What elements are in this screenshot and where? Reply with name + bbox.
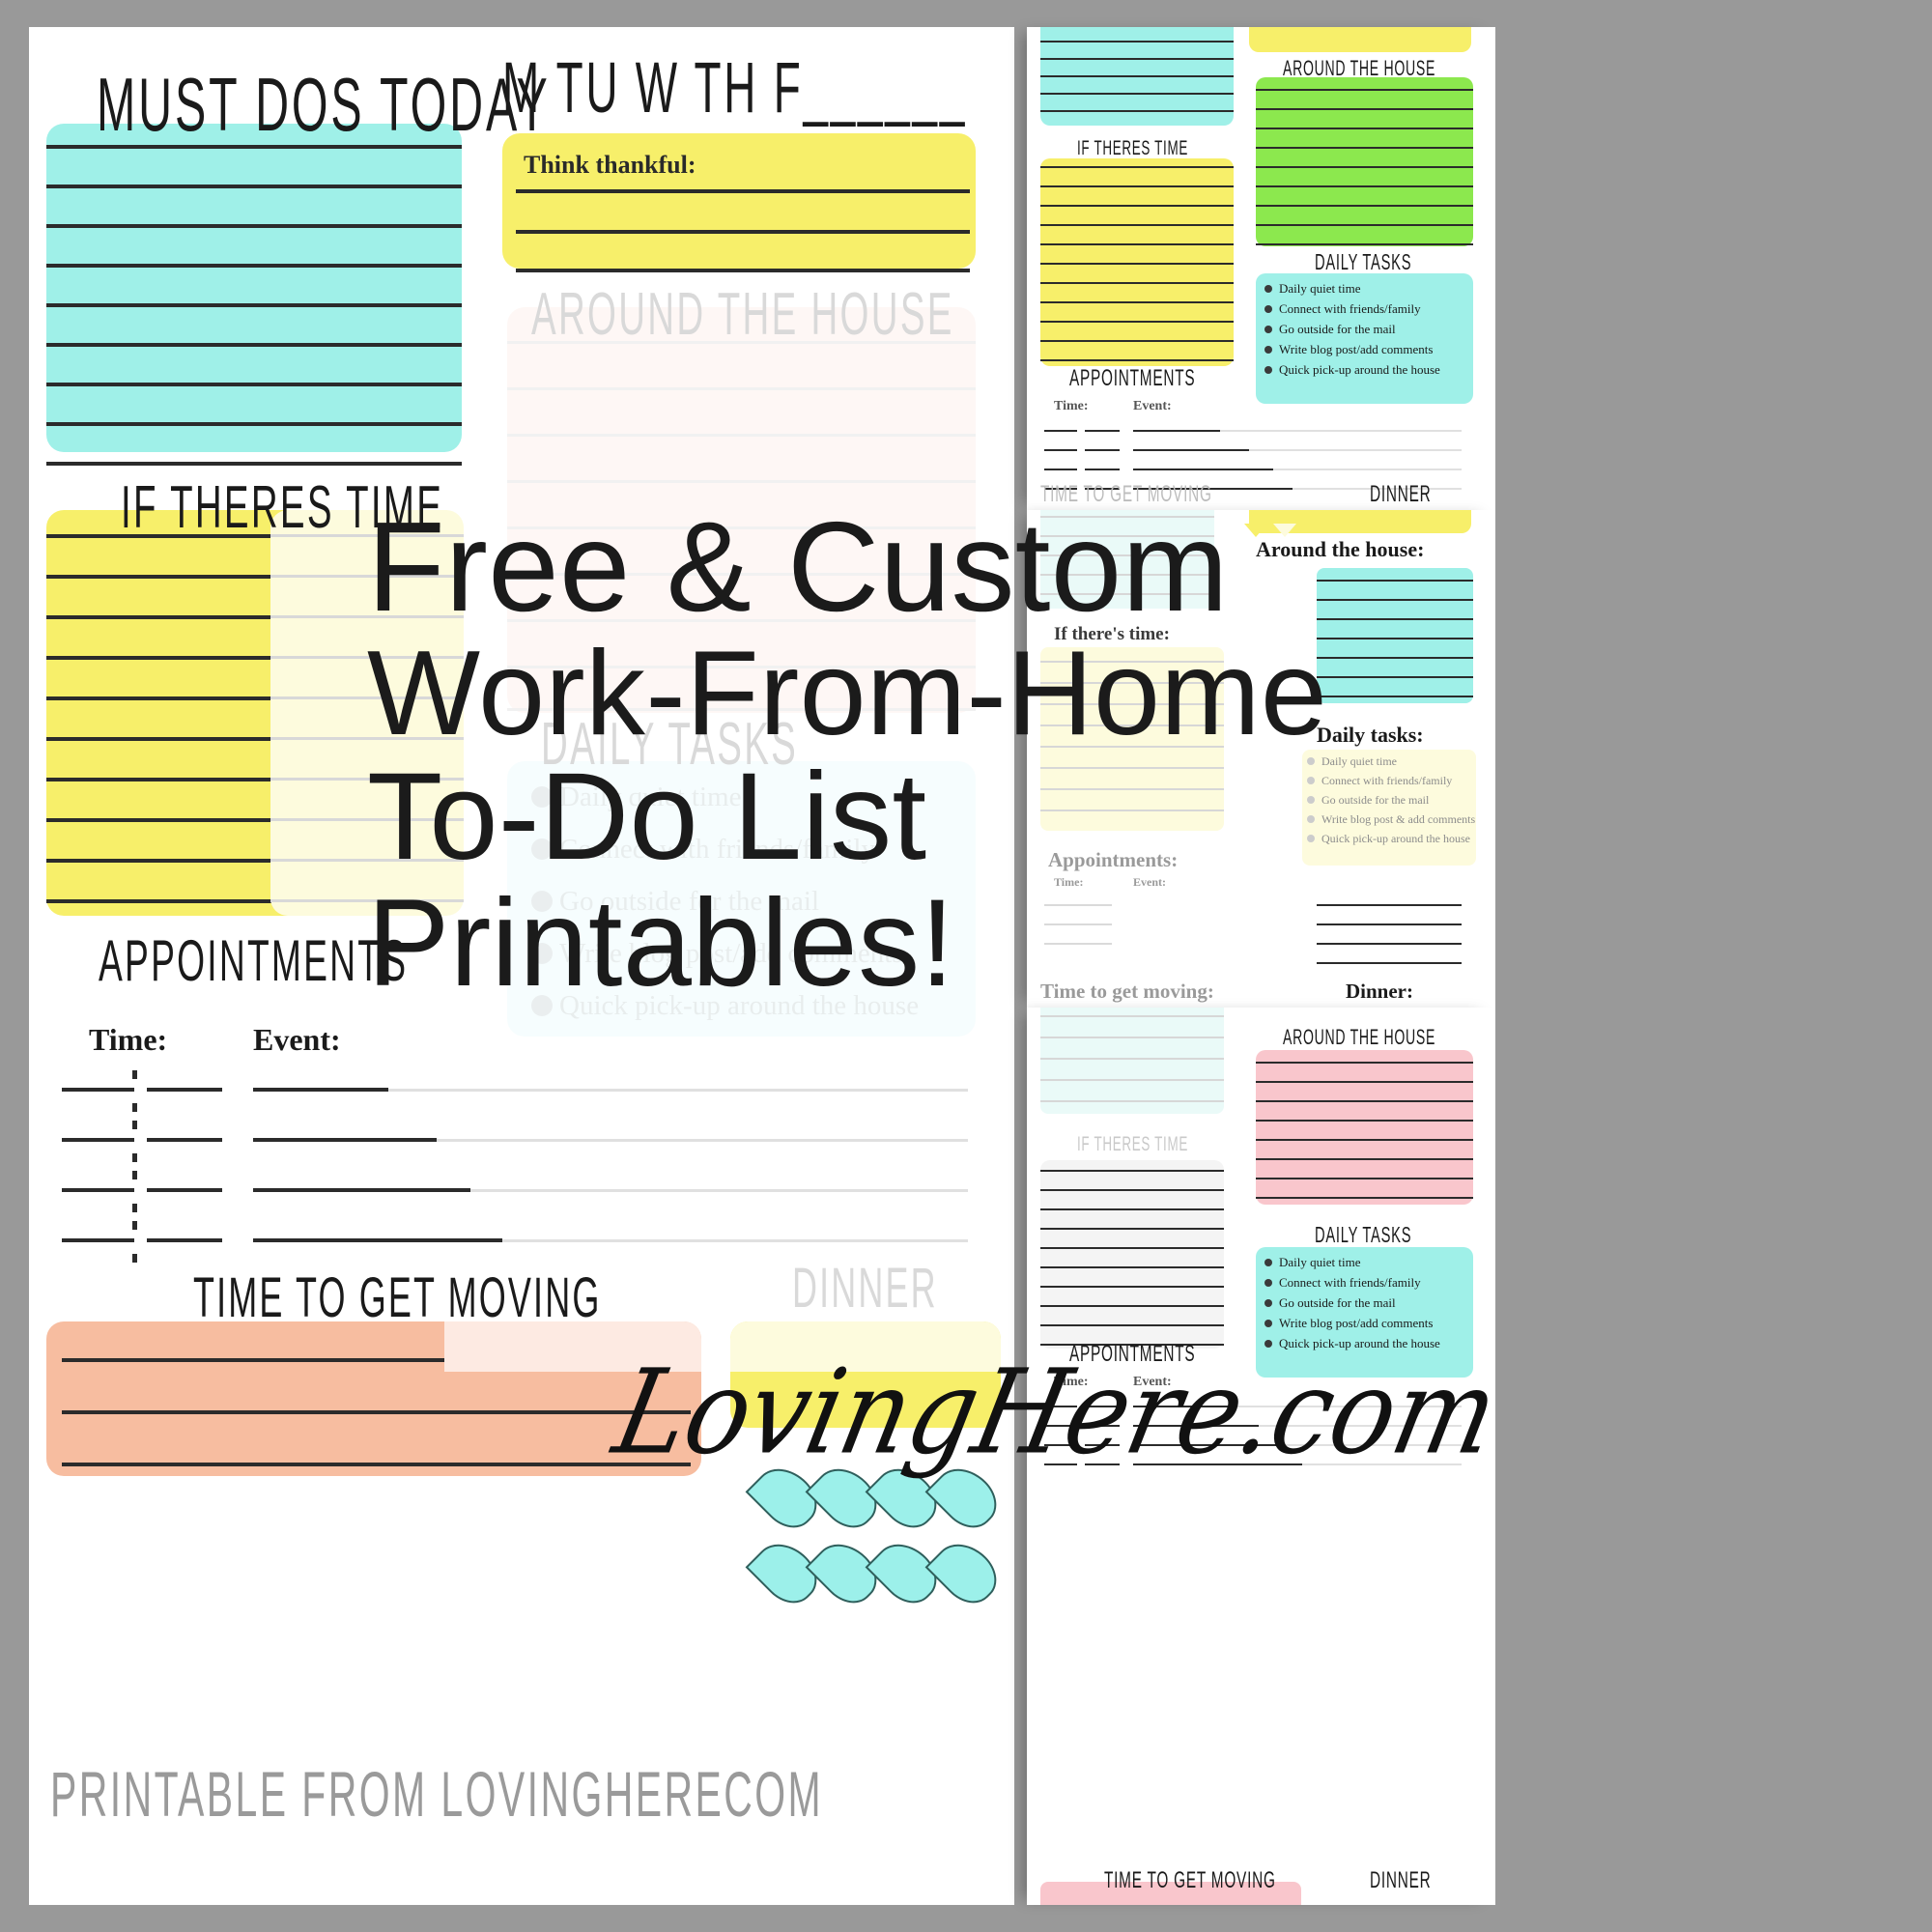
list-item: Go outside for the mail xyxy=(1264,1293,1477,1313)
promo-title-line-3: To-Do List xyxy=(367,748,927,887)
list-item-label: Write blog post & add comments xyxy=(1321,812,1476,826)
bullet-icon xyxy=(1264,304,1272,313)
thumb1-if-theres-time-box[interactable] xyxy=(1040,158,1234,366)
promo-title-line-2: Work-From-Home xyxy=(367,626,1328,760)
list-item-label: Quick pick-up around the house xyxy=(1279,362,1440,377)
bullet-icon xyxy=(1307,815,1315,823)
thumb2-around-the-house-box[interactable] xyxy=(1317,568,1473,703)
thumb2-dinner-title: Dinner: xyxy=(1346,980,1413,1003)
list-item-label: Go outside for the mail xyxy=(1321,793,1430,807)
must-dos-today-box[interactable] xyxy=(46,124,462,466)
thumb3-around-the-house-box[interactable] xyxy=(1256,1050,1473,1205)
must-dos-today-title: MUST DOS TODAY xyxy=(97,62,551,147)
time-to-get-moving-title: TIME TO GET MOVING xyxy=(193,1266,602,1329)
bullet-icon xyxy=(1307,796,1315,804)
site-signature: LovingHere.com xyxy=(604,1345,1509,1481)
thumb1-if-theres-time-title: IF THERES TIME xyxy=(1077,137,1188,159)
list-item: Go outside for the mail xyxy=(1264,319,1477,339)
think-thankful-lines xyxy=(502,133,976,272)
bullet-icon xyxy=(1264,1258,1272,1266)
must-dos-lines xyxy=(46,124,462,466)
promo-title-line-4: Printables! xyxy=(367,873,955,1012)
dinner-title: DINNER xyxy=(792,1257,938,1320)
thumb3-daily-tasks-list: Daily quiet time Connect with friends/fam… xyxy=(1264,1252,1477,1353)
list-item-label: Connect with friends/family xyxy=(1321,774,1453,787)
bullet-icon xyxy=(1264,365,1272,374)
thumb3-around-the-house-title: AROUND THE HOUSE xyxy=(1283,1025,1436,1049)
water-drop-icon[interactable] xyxy=(924,1531,1008,1614)
list-item-label: Connect with friends/family xyxy=(1279,1275,1421,1290)
thumb2-daily-tasks-list: Daily quiet time Connect with friends/fam… xyxy=(1307,752,1481,848)
appointments-title: APPOINTMENTS xyxy=(99,928,409,993)
bullet-icon xyxy=(1307,835,1315,842)
list-item: Go outside for the mail xyxy=(1307,790,1481,810)
promo-title: Free & Custom Work-From-Home To-Do List … xyxy=(367,496,1328,1012)
water-drop-row xyxy=(744,1456,1014,1631)
around-the-house-title: AROUND THE HOUSE xyxy=(531,281,954,348)
thumb3-must-dos-box[interactable] xyxy=(1040,1008,1224,1114)
thumb1-time-label: Time: xyxy=(1054,399,1089,413)
thumb3-daily-tasks-title: DAILY TASKS xyxy=(1315,1222,1412,1247)
list-item: Quick pick-up around the house xyxy=(1264,359,1477,380)
list-item-label: Write blog post/add comments xyxy=(1279,1316,1434,1330)
bullet-icon xyxy=(1307,777,1315,784)
list-item-label: Daily quiet time xyxy=(1279,281,1361,296)
bullet-icon xyxy=(1264,325,1272,333)
list-item-label: Daily quiet time xyxy=(1279,1255,1361,1269)
think-thankful-box[interactable]: Think thankful: xyxy=(502,133,976,272)
bullet-icon xyxy=(1264,284,1272,293)
list-item-label: Write blog post/add comments xyxy=(1279,342,1434,356)
thumb3-if-theres-time-title: IF THERES TIME xyxy=(1077,1133,1188,1155)
thumb1-appointments-title: APPOINTMENTS xyxy=(1069,365,1196,391)
thumb2-daily-tasks-title: Daily tasks: xyxy=(1317,723,1424,747)
thumb1-think-thankful-box[interactable] xyxy=(1249,27,1471,52)
list-item: Connect with friends/family xyxy=(1264,1272,1477,1293)
list-item-label: Go outside for the mail xyxy=(1279,322,1396,336)
list-item: Daily quiet time xyxy=(1307,752,1481,771)
list-item-label: Quick pick-up around the house xyxy=(1321,832,1470,845)
list-item: Connect with friends/family xyxy=(1264,298,1477,319)
thumb1-daily-tasks-title: DAILY TASKS xyxy=(1315,249,1412,274)
thumb1-event-label: Event: xyxy=(1133,399,1172,413)
sheet-footer: Printable From LovingHerecom xyxy=(50,1758,824,1830)
appointments-time-label: Time: xyxy=(89,1022,168,1057)
weekday-selector[interactable]: M TU W TH F______ xyxy=(502,52,967,124)
thumb1-must-dos-box[interactable] xyxy=(1040,27,1234,126)
list-item: Write blog post & add comments xyxy=(1307,810,1481,829)
list-item: Quick pick-up around the house xyxy=(1307,829,1481,848)
bullet-icon xyxy=(1264,1319,1272,1327)
bullet-icon xyxy=(1264,345,1272,354)
list-item: Write blog post/add comments xyxy=(1264,339,1477,359)
list-item: Daily quiet time xyxy=(1264,1252,1477,1272)
thumb3-time-to-get-moving-title: TIME TO GET MOVING xyxy=(1104,1867,1276,1893)
bullet-icon xyxy=(1264,1278,1272,1287)
thumb2-triangle-icon xyxy=(1273,524,1296,537)
thumb1-around-the-house-box[interactable] xyxy=(1256,77,1473,246)
thumb1-daily-tasks-list: Daily quiet time Connect with friends/fam… xyxy=(1264,278,1477,380)
list-item: Connect with friends/family xyxy=(1307,771,1481,790)
promo-title-line-1: Free & Custom xyxy=(367,496,1229,638)
list-item: Write blog post/add comments xyxy=(1264,1313,1477,1333)
list-item-label: Go outside for the mail xyxy=(1279,1295,1396,1310)
list-item-label: Daily quiet time xyxy=(1321,754,1397,768)
appointments-event-label: Event: xyxy=(253,1022,341,1057)
list-item-label: Connect with friends/family xyxy=(1279,301,1421,316)
list-item: Daily quiet time xyxy=(1264,278,1477,298)
thumb3-if-theres-time-box[interactable] xyxy=(1040,1160,1224,1349)
bullet-icon xyxy=(1264,1298,1272,1307)
thumb2-around-the-house-title: Around the house: xyxy=(1256,537,1425,561)
thumb3-dinner-title: DINNER xyxy=(1370,1867,1432,1893)
thumb1-dinner-title: DINNER xyxy=(1370,481,1432,507)
thumbnail-top[interactable]: AROUND THE HOUSE IF THERES TIME DAILY TA… xyxy=(1027,27,1495,510)
